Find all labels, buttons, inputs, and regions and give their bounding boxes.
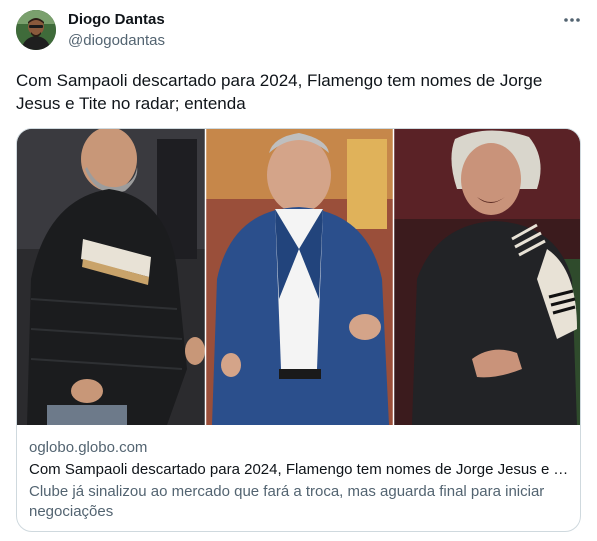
photo-panel-center	[206, 129, 393, 425]
avatar[interactable]	[16, 10, 56, 50]
card-domain: oglobo.globo.com	[29, 439, 148, 456]
author-name[interactable]: Diogo Dantas	[68, 11, 165, 29]
card-photo-collage	[17, 129, 580, 425]
card-title: Com Sampaoli descartado para 2024, Flame…	[29, 461, 569, 478]
tweet-text: Com Sampaoli descartado para 2024, Flame…	[16, 71, 543, 113]
avatar-image	[16, 10, 56, 50]
more-horizontal-icon	[564, 18, 580, 22]
card-description: Clube já sinalizou ao mercado que fará a…	[29, 483, 545, 520]
author-handle[interactable]: @diogodantas	[68, 32, 165, 50]
tweet: Diogo Dantas @diogodantas Com Sampaoli d…	[0, 0, 597, 541]
card-image	[17, 129, 580, 425]
more-options-button[interactable]	[558, 8, 586, 32]
photo-panel-right	[394, 129, 580, 425]
link-card[interactable]: oglobo.globo.com Com Sampaoli descartado…	[16, 128, 581, 532]
photo-panel-left	[17, 129, 205, 425]
